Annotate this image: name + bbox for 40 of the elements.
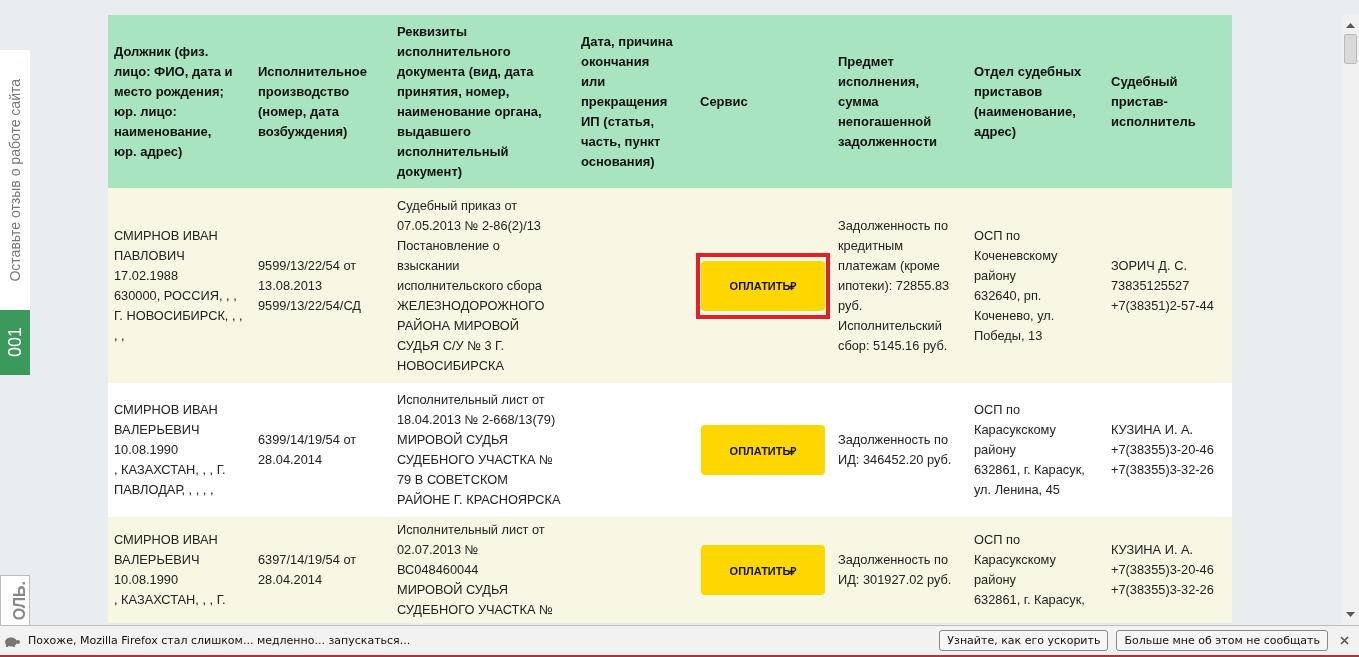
- table-cell: СМИРНОВ ИВАН ВАЛЕРЬЕВИЧ 10.08.1990 , КАЗАХСТАН, , , Г. ПАВЛОДАР, , , , ,: [114, 402, 226, 497]
- column-header: Реквизиты исполнительного документа (вид, дата принятия, номер, наименование органа, выдавшего исполнительный документ): [397, 23, 542, 179]
- column-header: Предмет исполнения, сумма непогашенной задолженности: [838, 53, 937, 149]
- table-cell: Задолженность по кредитным платежам (кроме ипотеки): 72855.83 руб. Исполнительский сбор: 5145.16 руб.: [838, 217, 950, 353]
- table-cell: КУЗИНА И. А. +7(38355)3-20-46 +7(38355)3-32-26: [1111, 422, 1214, 477]
- side-tab[interactable]: ОЛЬ.: [0, 575, 30, 625]
- column-header: Сервис: [700, 93, 748, 109]
- pay-button[interactable]: ОПЛАТИТЬ₽: [701, 545, 825, 595]
- table-cell: СМИРНОВ ИВАН ПАВЛОВИЧ 17.02.1988 630000, РОССИЯ, , , Г. НОВОСИБИРСК, , , , ,: [114, 227, 243, 343]
- table-cell: 9599/13/22/54 от 13.08.2013 9599/13/22/54/СД: [258, 257, 362, 313]
- column-header: Отдел судебных приставов (наименование, адрес): [974, 63, 1082, 139]
- notification-button[interactable]: Узнайте, как его ускорить: [939, 630, 1109, 651]
- table-cell: Судебный приказ от 07.05.2013 № 2-86(2)/13 Постановление о взыскании исполнительского сбора ЖЕЛЕЗНОДОРОЖНОГО РАЙОНА МИРОВОЙ СУДЬЯ С/У № 3 Г. НОВОСИБИРСКА: [397, 197, 545, 373]
- column-header: Исполнительное производство (номер, дата возбуждения): [258, 63, 367, 139]
- scrollbar[interactable]: [1342, 15, 1359, 625]
- pay-button[interactable]: ОПЛАТИТЬ₽: [701, 260, 825, 311]
- scroll-down-icon[interactable]: [1346, 612, 1355, 617]
- scrollbar-thumb[interactable]: [1344, 34, 1357, 64]
- table-cell: ЗОРИЧ Д. С. 73835125527 +7(38351)2-57-44: [1111, 257, 1214, 313]
- table-cell: Задолженность по ИД: 346452.20 руб.: [838, 432, 952, 467]
- feedback-tab[interactable]: Оставьте отзыв о работе сайта: [0, 50, 30, 310]
- notification-message: Похоже, Mozilla Firefox стал слишком... медленно... запускаться...: [28, 634, 411, 647]
- column-header: Судебный пристав- исполнитель: [1111, 73, 1196, 129]
- table-cell: ОСП по Коченевскому району 632640, рп. Коченево, ул. Победы, 13: [974, 227, 1058, 343]
- column-header: Дата, причина окончания или прекращения ИП (статья, часть, пункт основания): [581, 33, 673, 169]
- table-cell: ОСП по Карасукскому району 632861, г. Карасук, ул. Ленина, 45: [974, 402, 1085, 497]
- table-cell: Задолженность по ИД: 301927.02 руб.: [838, 552, 952, 587]
- pay-button[interactable]: ОПЛАТИТЬ₽: [701, 425, 825, 475]
- close-icon[interactable]: [1340, 636, 1349, 645]
- table-cell: ОСП по Карасукскому району 632861, г. Карасук,: [974, 532, 1085, 607]
- scroll-up-icon[interactable]: [1346, 23, 1355, 28]
- table-cell: 6399/14/19/54 от 28.04.2014: [258, 432, 357, 467]
- counter-tab[interactable]: 001: [0, 310, 30, 375]
- table-cell: КУЗИНА И. А. +7(38355)3-20-46 +7(38355)3-32-26: [1111, 542, 1214, 597]
- table-cell: СМИРНОВ ИВАН ВАЛЕРЬЕВИЧ 10.08.1990 , КАЗАХСТАН, , , Г.: [114, 532, 226, 607]
- column-header: Должник (физ. лицо: ФИО, дата и место рождения; юр. лицо: наименование, юр. адрес): [114, 43, 233, 159]
- table-cell: 6397/14/19/54 от 28.04.2014: [258, 552, 357, 587]
- notification-button[interactable]: Больше мне об этом не сообщать: [1116, 630, 1328, 651]
- table-cell: Исполнительный лист от 18.04.2013 № 2-668/13(79) МИРОВОЙ СУДЬЯ СУДЕБНОГО УЧАСТКА № 79 В СОВЕТСКОМ РАЙОНЕ Г. КРАСНОЯРСКА: [397, 392, 561, 507]
- table-cell: Исполнительный лист от 02.07.2013 № ВС048460044 МИРОВОЙ СУДЬЯ СУДЕБНОГО УЧАСТКА №: [397, 522, 553, 617]
